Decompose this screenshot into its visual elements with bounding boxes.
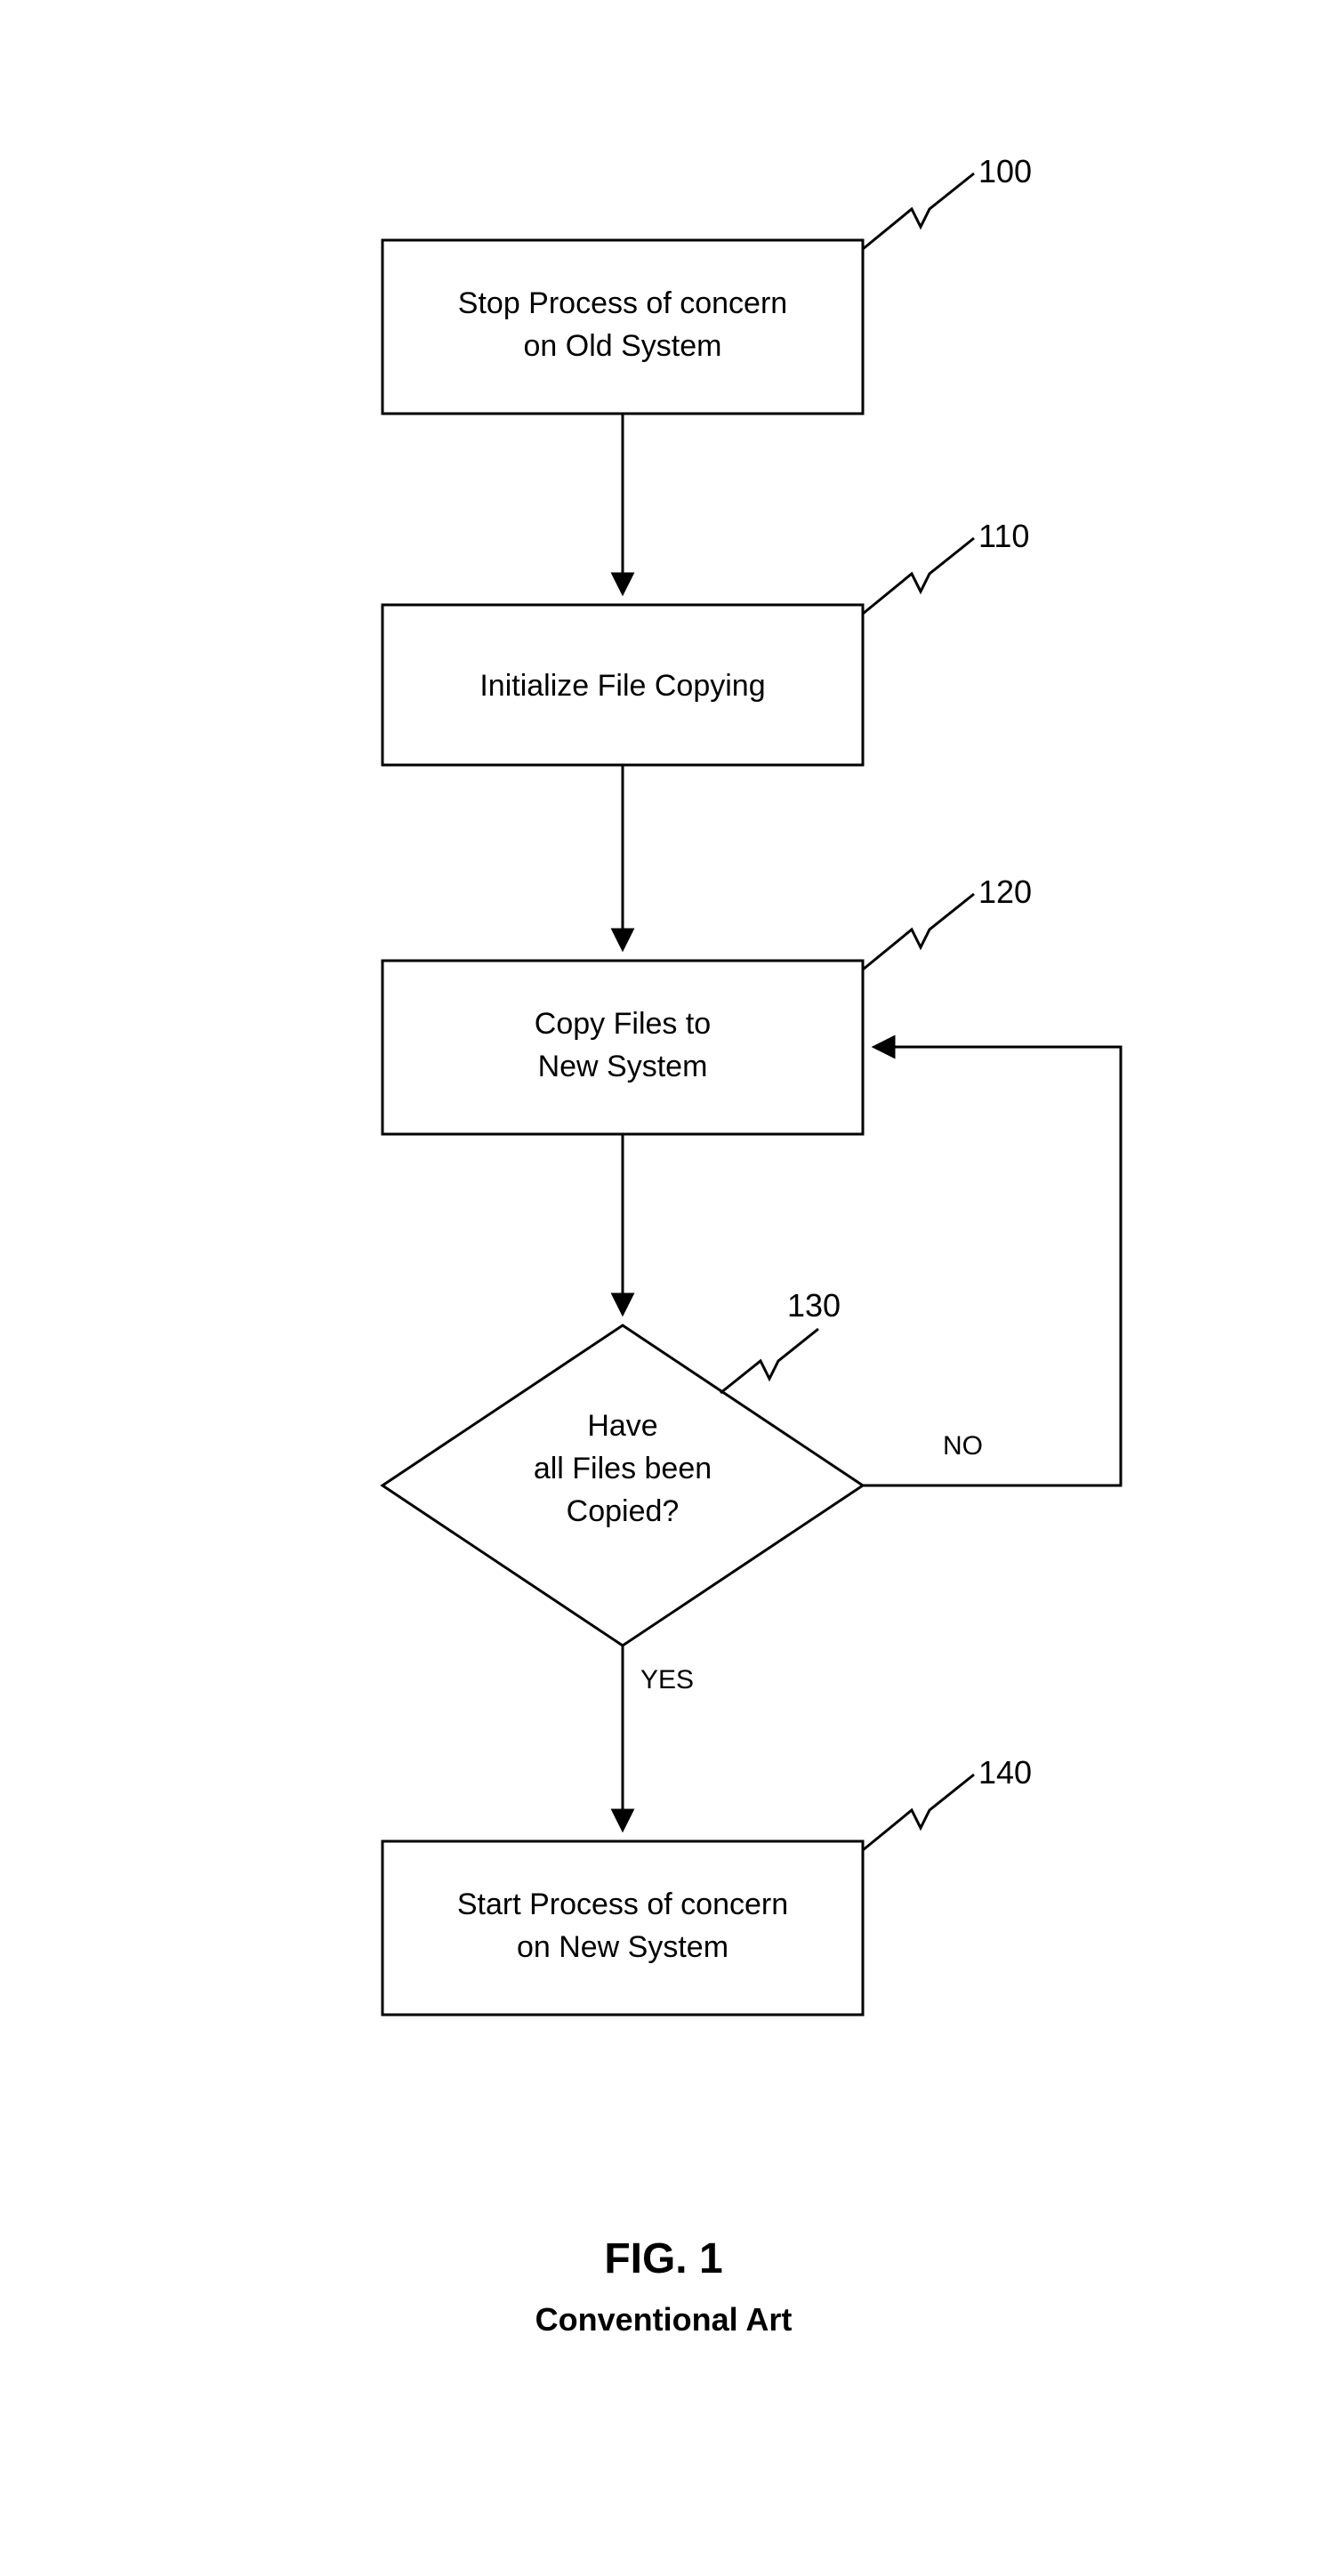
box-120-line2: New System bbox=[538, 1050, 708, 1083]
box-stop-process-old: Stop Process of concern on Old System bbox=[382, 240, 863, 414]
diamond-130-line1: Have bbox=[587, 1409, 657, 1443]
ref-120: 120 bbox=[863, 873, 1032, 970]
arrow-no-loop bbox=[863, 1047, 1121, 1485]
box-start-process-new: Start Process of concern on New System bbox=[382, 1841, 863, 2015]
box-140-line2: on New System bbox=[517, 1930, 728, 1964]
diamond-130-line2: all Files been bbox=[534, 1452, 712, 1485]
label-yes: YES bbox=[640, 1665, 694, 1695]
ref-110: 110 bbox=[863, 518, 1029, 614]
ref-130: 130 bbox=[720, 1287, 841, 1393]
ref-120-text: 120 bbox=[978, 873, 1032, 910]
box-110-line1: Initialize File Copying bbox=[479, 669, 765, 703]
label-no: NO bbox=[943, 1431, 983, 1461]
box-100-line2: on Old System bbox=[524, 329, 722, 363]
ref-130-text: 130 bbox=[787, 1287, 841, 1324]
diamond-all-copied: Have all Files been Copied? bbox=[382, 1325, 863, 1646]
box-120-line1: Copy Files to bbox=[535, 1007, 711, 1041]
ref-100-text: 100 bbox=[978, 153, 1032, 189]
box-140-line1: Start Process of concern bbox=[457, 1888, 788, 1921]
diamond-130-line3: Copied? bbox=[567, 1494, 680, 1528]
ref-110-text: 110 bbox=[978, 518, 1029, 554]
box-100-line1: Stop Process of concern bbox=[458, 286, 787, 320]
ref-140: 140 bbox=[863, 1754, 1032, 1850]
ref-100: 100 bbox=[863, 153, 1032, 249]
figure-subtitle: Conventional Art bbox=[535, 2301, 793, 2338]
box-initialize-copy: Initialize File Copying bbox=[382, 605, 863, 765]
box-copy-files: Copy Files to New System bbox=[382, 961, 863, 1134]
flowchart: Stop Process of concern on Old System 10… bbox=[0, 0, 1328, 2576]
ref-140-text: 140 bbox=[978, 1754, 1032, 1791]
figure-title: FIG. 1 bbox=[604, 2235, 722, 2282]
